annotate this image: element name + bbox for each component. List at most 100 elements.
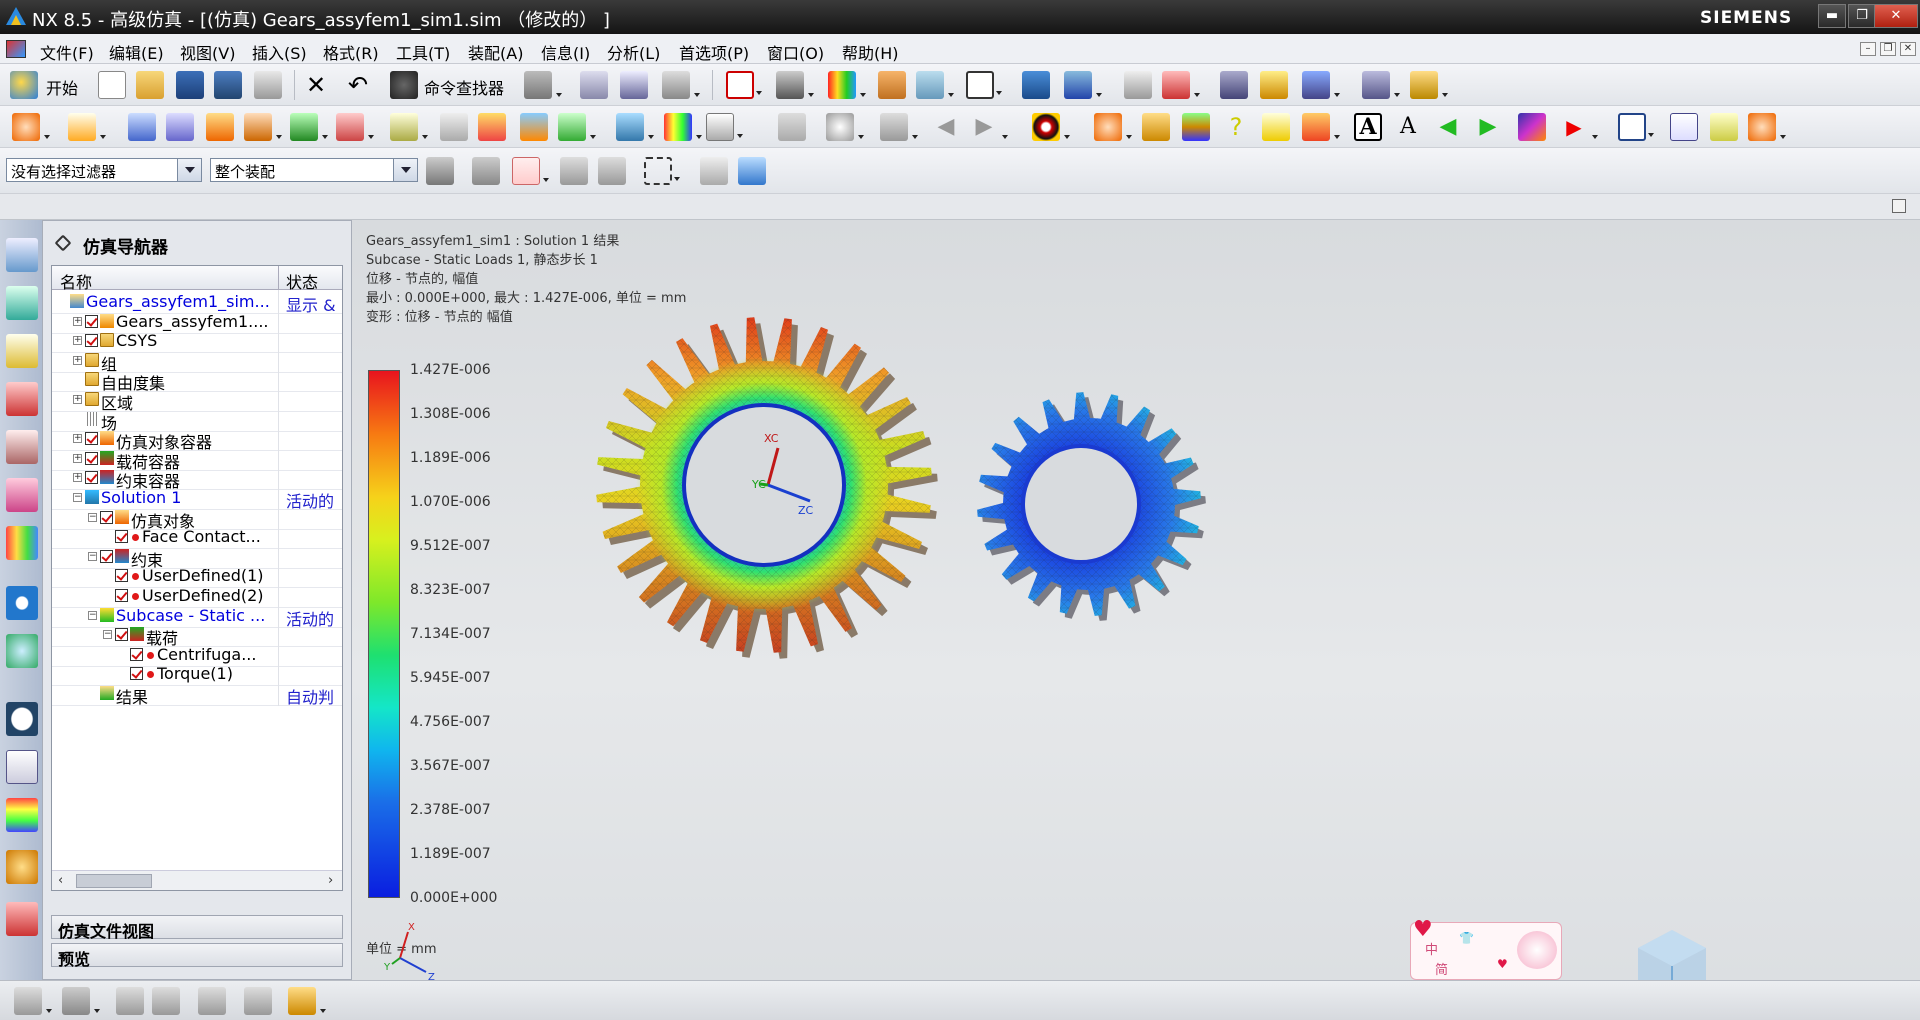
report-icon[interactable] bbox=[616, 113, 654, 141]
sim-file-view-section[interactable]: 仿真文件视图 ⌄ bbox=[51, 915, 343, 941]
menu-help[interactable]: 帮助(H) bbox=[842, 40, 899, 64]
expand-icon[interactable]: + bbox=[73, 473, 82, 483]
roles-tab[interactable] bbox=[6, 850, 38, 884]
part-navigator-tab[interactable] bbox=[6, 334, 38, 368]
palette-tab[interactable] bbox=[6, 798, 38, 832]
column-divider[interactable] bbox=[278, 266, 279, 290]
assembly-navigator-tab[interactable] bbox=[6, 238, 38, 272]
visibility-checkbox[interactable] bbox=[115, 589, 128, 602]
new-file-icon[interactable] bbox=[98, 71, 126, 99]
rectangle-select-icon[interactable] bbox=[644, 157, 680, 185]
select-body-icon[interactable] bbox=[700, 157, 728, 185]
expand-icon[interactable]: + bbox=[73, 395, 82, 404]
color-palette-icon[interactable] bbox=[828, 71, 866, 99]
component-icon[interactable] bbox=[1064, 71, 1102, 99]
checklist-icon[interactable] bbox=[1670, 113, 1698, 141]
cube-icon[interactable] bbox=[1182, 113, 1210, 141]
select-features-icon[interactable] bbox=[426, 157, 454, 185]
ime-status-widget[interactable]: ♥ 中 👕 简 ♥ bbox=[1410, 917, 1562, 980]
sim-file-icon[interactable] bbox=[12, 113, 50, 141]
section-view-icon[interactable] bbox=[1518, 113, 1546, 141]
load-icon[interactable] bbox=[290, 113, 328, 141]
simulation-object-icon[interactable] bbox=[390, 113, 428, 141]
mesh-icon[interactable] bbox=[128, 113, 156, 141]
command-finder-button[interactable]: 命令查找器 bbox=[424, 75, 504, 99]
measure-distance-icon[interactable] bbox=[1410, 71, 1448, 99]
template-tab[interactable] bbox=[6, 750, 38, 784]
visibility-checkbox[interactable] bbox=[115, 628, 128, 642]
link-icon[interactable] bbox=[1710, 113, 1738, 141]
check-icon[interactable] bbox=[558, 113, 596, 141]
ime-logo-icon[interactable] bbox=[1517, 931, 1557, 969]
reset-icon[interactable] bbox=[1748, 113, 1786, 141]
scroll-thumb[interactable] bbox=[76, 874, 152, 888]
animation-icon[interactable] bbox=[1032, 113, 1070, 141]
sim-file-copy-icon[interactable] bbox=[1094, 113, 1132, 141]
visibility-checkbox[interactable] bbox=[115, 530, 128, 544]
start-icon[interactable] bbox=[10, 71, 38, 99]
close-button[interactable]: ✕ bbox=[1874, 4, 1918, 28]
body-icon[interactable] bbox=[14, 987, 52, 1015]
expand-icon[interactable]: + bbox=[73, 336, 82, 346]
system-scenes-tab[interactable] bbox=[6, 902, 38, 936]
collapse-icon[interactable]: − bbox=[88, 512, 97, 522]
blank-view-icon[interactable] bbox=[1618, 113, 1654, 141]
table-icon[interactable] bbox=[706, 113, 743, 141]
play-icon[interactable]: ▶ bbox=[1560, 113, 1598, 141]
fem-model-icon[interactable] bbox=[68, 113, 106, 141]
identify-icon[interactable] bbox=[826, 113, 864, 141]
touch-mode-icon[interactable] bbox=[524, 71, 562, 99]
mdi-close-button[interactable]: ✕ bbox=[1900, 42, 1916, 56]
shaded-view-icon[interactable] bbox=[776, 71, 814, 99]
visibility-checkbox[interactable] bbox=[115, 569, 128, 583]
collapse-icon[interactable]: − bbox=[73, 493, 82, 502]
mate-icon[interactable] bbox=[152, 987, 180, 1015]
preview-section[interactable]: 预览 ⌄ bbox=[51, 943, 343, 969]
web-browser-tab[interactable] bbox=[6, 634, 38, 668]
annotation-a-icon[interactable]: A bbox=[1394, 113, 1422, 141]
collapse-icon[interactable]: − bbox=[103, 630, 112, 640]
explode-icon[interactable] bbox=[244, 987, 272, 1015]
menu-format[interactable]: 格式(R) bbox=[323, 40, 379, 64]
analysis-icon[interactable] bbox=[1260, 71, 1288, 99]
results-icon[interactable] bbox=[478, 113, 506, 141]
app-menu-icon[interactable] bbox=[6, 40, 26, 58]
info-tab[interactable] bbox=[6, 586, 38, 620]
history-tab[interactable] bbox=[6, 702, 38, 736]
assembly-scope-select[interactable]: 整个装配 bbox=[210, 158, 418, 182]
selection-filter-select[interactable]: 没有选择过滤器 bbox=[6, 158, 202, 182]
assembly-icon[interactable] bbox=[1022, 71, 1050, 99]
add-component-icon[interactable] bbox=[62, 987, 100, 1015]
scroll-left-icon[interactable]: ‹ bbox=[58, 873, 63, 888]
visibility-checkbox[interactable] bbox=[100, 510, 113, 524]
visibility-checkbox[interactable] bbox=[85, 334, 98, 348]
visibility-checkbox[interactable] bbox=[85, 432, 98, 446]
solve-key-icon[interactable] bbox=[440, 113, 468, 141]
contour-icon[interactable] bbox=[664, 113, 702, 141]
wcs-icon[interactable] bbox=[1162, 71, 1200, 99]
scroll-right-icon[interactable]: › bbox=[328, 873, 333, 888]
help-icon[interactable]: ? bbox=[1222, 113, 1250, 141]
open-folder-icon[interactable] bbox=[136, 71, 164, 99]
menu-view[interactable]: 视图(V) bbox=[180, 40, 235, 64]
wrench-icon[interactable] bbox=[1142, 113, 1170, 141]
forward-arrow-icon[interactable]: ▶ bbox=[1474, 113, 1502, 141]
ime-chinese-mode[interactable]: 中 bbox=[1425, 939, 1438, 958]
menu-file[interactable]: 文件(F) bbox=[40, 40, 94, 64]
stack-icon[interactable] bbox=[1124, 71, 1152, 99]
start-button[interactable]: 开始 bbox=[46, 75, 78, 99]
clipboard-icon[interactable] bbox=[580, 71, 608, 99]
back-arrow-icon[interactable]: ◀ bbox=[1434, 113, 1462, 141]
menu-analysis[interactable]: 分析(L) bbox=[607, 40, 660, 64]
highlight-icon[interactable] bbox=[1262, 113, 1290, 141]
delete-icon[interactable]: ✕ bbox=[302, 71, 330, 99]
save-as-icon[interactable] bbox=[214, 71, 242, 99]
menu-information[interactable]: 信息(I) bbox=[541, 40, 590, 64]
visibility-checkbox[interactable] bbox=[85, 451, 98, 465]
wave-link-icon[interactable] bbox=[288, 987, 326, 1015]
binoculars-icon[interactable] bbox=[390, 71, 418, 99]
pin-icon[interactable] bbox=[54, 234, 72, 252]
visibility-checkbox[interactable] bbox=[130, 667, 143, 681]
array-icon[interactable] bbox=[198, 987, 226, 1015]
constraint-icon[interactable] bbox=[336, 113, 374, 141]
